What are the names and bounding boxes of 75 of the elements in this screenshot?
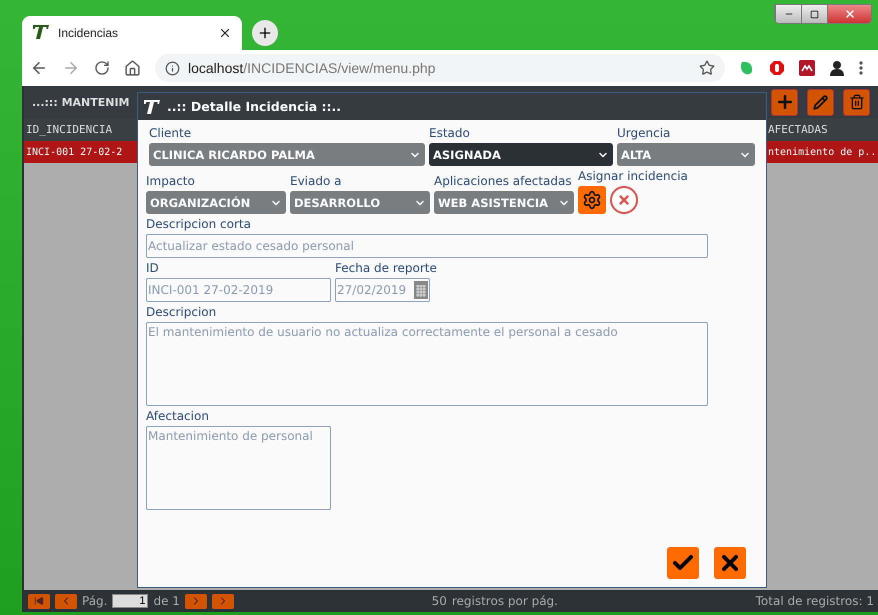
home-button[interactable] [124, 60, 141, 76]
column-header: ID_INCIDENCIA [26, 123, 112, 136]
field-label: Estado [429, 126, 471, 140]
select-field[interactable]: CLINICA RICARDO PALMA [149, 143, 425, 166]
close-icon [617, 193, 631, 207]
maximize-button[interactable] [801, 5, 827, 23]
field-label: Aplicaciones afectadas [434, 174, 573, 188]
browser-tab[interactable]: Incidencias [22, 16, 242, 50]
confirm-button[interactable] [667, 547, 699, 579]
edit-button[interactable] [807, 88, 834, 116]
next-page-button[interactable] [184, 594, 207, 608]
add-button[interactable] [771, 88, 798, 116]
text-area[interactable]: El mantenimiento de usuario no actualiza correctamente el personal a cesado [146, 322, 708, 406]
settings-icon [582, 190, 602, 210]
input-field[interactable]: Actualizar estado cesado personal [146, 234, 708, 258]
field-label: Eviado a [290, 174, 342, 188]
first-page-button[interactable] [28, 594, 50, 608]
select-field[interactable]: WEB ASISTENCIA [434, 191, 574, 214]
stop-sign-icon[interactable] [769, 60, 785, 76]
clear-button[interactable] [610, 186, 638, 214]
page-count: de 1 [153, 594, 180, 608]
field-label: Urgencia [617, 126, 672, 140]
new-tab-button[interactable] [252, 20, 278, 46]
star-icon[interactable] [699, 60, 715, 76]
field-label: Descripcion [146, 305, 218, 319]
date-field[interactable]: 27/02/2019 [335, 278, 430, 302]
plus-icon [257, 25, 273, 41]
previous-page-button[interactable] [55, 594, 77, 608]
skip-back-icon [34, 596, 44, 606]
maximize-icon [810, 10, 819, 18]
cancel-button[interactable] [714, 547, 746, 579]
page-input[interactable]: 1 [112, 594, 148, 608]
table-cell: INCI-001 27-02-2 [26, 146, 122, 158]
field-label: Descripcion corta [146, 217, 252, 231]
select-field[interactable]: ORGANIZACIÓN [146, 191, 286, 214]
page-title: ...::: MANTENIM [32, 96, 130, 108]
minimize-button[interactable] [775, 5, 801, 23]
reload-button[interactable] [94, 60, 110, 76]
field-label: Afectacion [146, 409, 210, 423]
calendar-icon[interactable] [414, 281, 428, 299]
address-bar[interactable]: localhost/INCIDENCIAS/view/menu.php [155, 54, 725, 82]
menu-icon [859, 61, 863, 75]
field-label: Impacto [146, 174, 196, 188]
table-cell: ntenimiento de p... [768, 146, 878, 158]
close-window-button[interactable] [827, 5, 871, 23]
input-field[interactable]: INCI-001 27-02-2019 [146, 278, 331, 302]
field-label: Asignar incidencia [578, 169, 688, 183]
trash-icon [848, 94, 864, 110]
select-field[interactable]: ALTA [617, 143, 755, 166]
delete-button[interactable] [843, 88, 870, 116]
select-field[interactable]: ASIGNADA [429, 143, 613, 166]
last-page-button[interactable] [212, 594, 234, 608]
page-label: Pág. [82, 594, 108, 608]
pencil-icon [813, 94, 828, 110]
tab-title: Incidencias [58, 26, 120, 40]
zigzag-icon[interactable] [799, 60, 815, 76]
logo-icon [32, 24, 50, 40]
logo-icon [143, 98, 161, 114]
per-page-select[interactable]: 50 [432, 594, 447, 608]
menu-button[interactable] [859, 61, 863, 75]
settings-button[interactable] [578, 186, 606, 214]
text-area[interactable]: Mantenimiento de personal [146, 426, 331, 510]
field-label: ID [146, 261, 160, 275]
info-icon[interactable] [165, 60, 180, 76]
user-icon[interactable] [829, 60, 845, 76]
column-header: AFECTADAS [768, 123, 828, 136]
close-icon[interactable] [218, 26, 232, 40]
dialog-title: ..:: Detalle Incidencia ::.. [167, 99, 342, 114]
field-label: Cliente [149, 126, 192, 140]
select-field[interactable]: DESARROLLO [290, 191, 430, 214]
total-records: Total de registros: 1 [756, 594, 874, 608]
close-icon [844, 8, 856, 20]
field-label: Fecha de reporte [335, 261, 438, 275]
back-button[interactable] [30, 59, 48, 77]
per-page-label: registros por pág. [452, 594, 558, 608]
